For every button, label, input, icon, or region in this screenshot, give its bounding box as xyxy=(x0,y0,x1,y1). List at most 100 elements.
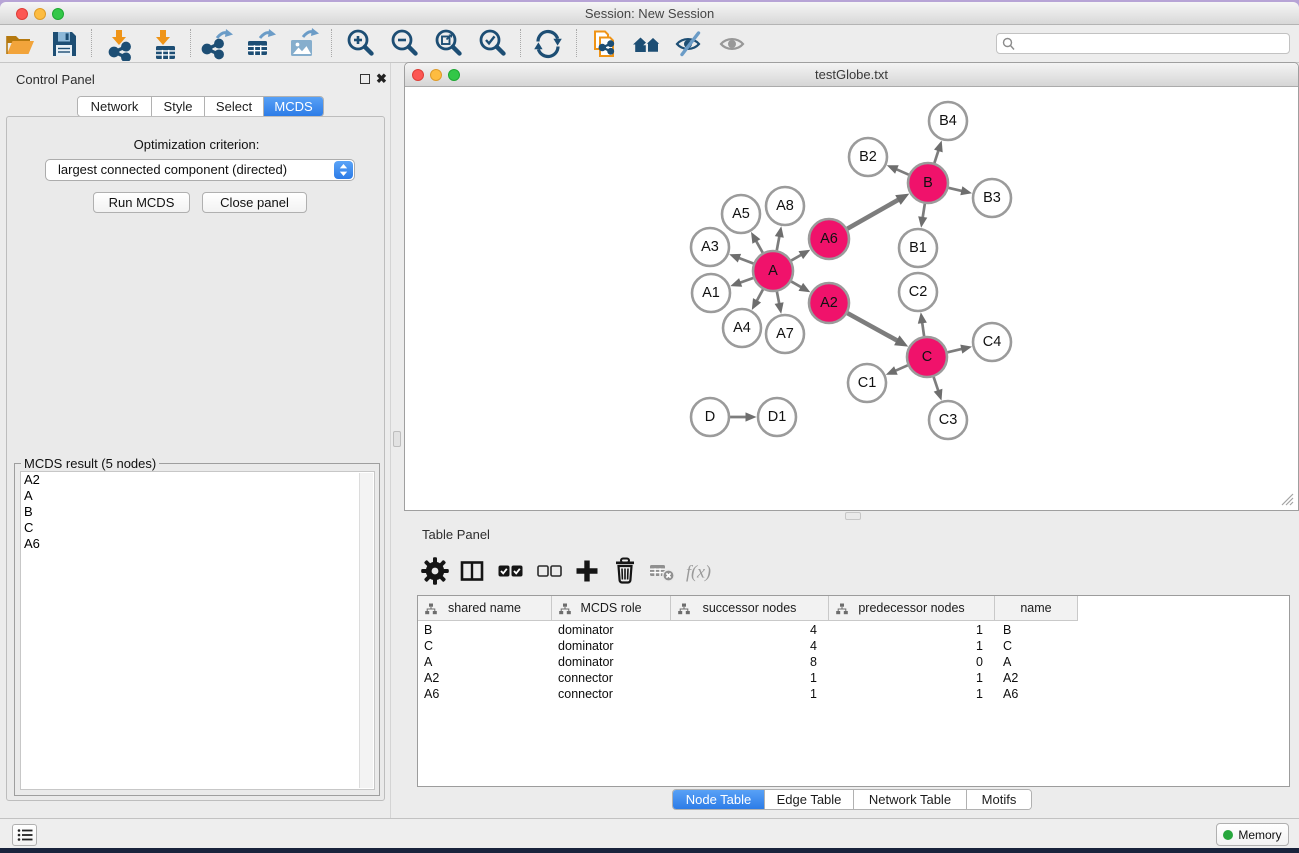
optimization-criterion-select[interactable]: largest connected component (directed) xyxy=(45,159,355,181)
zoom-out-button[interactable] xyxy=(387,27,423,61)
edge-A-A8[interactable] xyxy=(777,235,780,250)
mcds-result-list[interactable]: A2ABCA6 xyxy=(20,471,375,790)
cell-A-predecessor-nodes[interactable]: 0 xyxy=(829,654,983,670)
edge-A-A7[interactable] xyxy=(777,292,780,305)
minimize-window-button[interactable] xyxy=(34,8,46,20)
result-item[interactable]: A6 xyxy=(21,536,374,552)
cell-C-predecessor-nodes[interactable]: 1 xyxy=(829,638,983,654)
zoom-fit-button[interactable] xyxy=(431,27,467,61)
result-item[interactable]: C xyxy=(21,520,374,536)
delete-table-button[interactable] xyxy=(642,552,680,590)
column-header-predecessor-nodes[interactable]: predecessor nodes xyxy=(829,596,995,621)
result-list-scrollbar[interactable] xyxy=(359,473,373,788)
network-canvas[interactable]: AA1A2A3A4A5A6A7A8BB1B2B3B4CC1C2C3C4DD1 xyxy=(405,88,1298,510)
cell-C-successor-nodes[interactable]: 4 xyxy=(671,638,817,654)
network-window-titlebar[interactable]: testGlobe.txt xyxy=(405,63,1298,87)
tab-node-table[interactable]: Node Table xyxy=(673,790,765,809)
import-table-button[interactable] xyxy=(147,27,183,61)
control-panel-float-icon[interactable] xyxy=(360,74,370,84)
cell-A6-successor-nodes[interactable]: 1 xyxy=(671,686,817,702)
tab-motifs[interactable]: Motifs xyxy=(967,790,1031,809)
combo-stepper-icon[interactable] xyxy=(334,161,353,179)
edge-A-A3[interactable] xyxy=(738,258,754,264)
cell-A2-MCDS-role[interactable]: connector xyxy=(558,670,669,686)
open-session-button[interactable] xyxy=(2,27,38,61)
cell-A-name[interactable]: A xyxy=(1003,654,1078,670)
search-box[interactable] xyxy=(996,33,1290,54)
cell-A6-name[interactable]: A6 xyxy=(1003,686,1078,702)
search-input[interactable] xyxy=(1019,35,1284,52)
cell-C-MCDS-role[interactable]: dominator xyxy=(558,638,669,654)
cell-A-successor-nodes[interactable]: 8 xyxy=(671,654,817,670)
hide-selected-button[interactable] xyxy=(672,27,708,61)
app-titlebar[interactable]: Session: New Session xyxy=(0,2,1299,25)
horizontal-split-grip[interactable] xyxy=(845,512,861,520)
delete-columns-button[interactable] xyxy=(606,552,644,590)
network-maximize-button[interactable] xyxy=(448,69,460,81)
result-item[interactable]: A xyxy=(21,488,374,504)
edge-C-C3[interactable] xyxy=(934,377,939,392)
edge-A2-C[interactable] xyxy=(847,313,898,341)
cell-A-shared-name[interactable]: A xyxy=(424,654,550,670)
run-mcds-button[interactable]: Run MCDS xyxy=(93,192,190,213)
memory-button[interactable]: Memory xyxy=(1216,823,1289,846)
edge-A-A4[interactable] xyxy=(756,289,763,302)
function-builder-button[interactable]: f(x) xyxy=(681,552,719,590)
zoom-selected-button[interactable] xyxy=(475,27,511,61)
export-network-button[interactable] xyxy=(200,27,236,61)
column-header-successor-nodes[interactable]: successor nodes xyxy=(671,596,829,621)
import-network-button[interactable] xyxy=(103,27,139,61)
tab-network[interactable]: Network xyxy=(78,97,152,116)
close-panel-button[interactable]: Close panel xyxy=(202,192,307,213)
edge-C-C1[interactable] xyxy=(894,365,908,371)
column-header-name[interactable]: name xyxy=(995,596,1078,621)
tab-network-table[interactable]: Network Table xyxy=(854,790,967,809)
edge-B-B4[interactable] xyxy=(934,149,939,163)
edge-B-B1[interactable] xyxy=(923,204,925,219)
save-session-button[interactable] xyxy=(46,27,82,61)
export-table-button[interactable] xyxy=(242,27,278,61)
zoom-in-button[interactable] xyxy=(343,27,379,61)
edge-C-C2[interactable] xyxy=(922,321,924,336)
tab-edge-table[interactable]: Edge Table xyxy=(765,790,854,809)
cell-B-successor-nodes[interactable]: 4 xyxy=(671,622,817,638)
task-history-button[interactable] xyxy=(12,824,37,846)
table-options-button[interactable] xyxy=(416,552,454,590)
cell-A6-predecessor-nodes[interactable]: 1 xyxy=(829,686,983,702)
edge-B-B2[interactable] xyxy=(895,169,909,175)
refresh-button[interactable] xyxy=(530,27,566,61)
node-table[interactable]: shared name MCDS role successor nodes pr… xyxy=(417,595,1290,787)
maximize-window-button[interactable] xyxy=(52,8,64,20)
cell-A2-name[interactable]: A2 xyxy=(1003,670,1078,686)
result-item[interactable]: A2 xyxy=(21,472,374,488)
edge-A-A1[interactable] xyxy=(739,278,753,283)
close-window-button[interactable] xyxy=(16,8,28,20)
edge-A6-B[interactable] xyxy=(847,199,899,229)
tab-style[interactable]: Style xyxy=(152,97,205,116)
network-minimize-button[interactable] xyxy=(430,69,442,81)
column-header-MCDS-role[interactable]: MCDS role xyxy=(552,596,671,621)
edge-C-C4[interactable] xyxy=(948,349,964,353)
cell-A6-shared-name[interactable]: A6 xyxy=(424,686,550,702)
vertical-split-grip[interactable] xyxy=(393,431,401,447)
result-item[interactable]: B xyxy=(21,504,374,520)
show-column-panel-button[interactable] xyxy=(453,552,491,590)
edge-A-A5[interactable] xyxy=(755,240,762,253)
edge-B-B3[interactable] xyxy=(948,188,963,192)
select-all-rows-button[interactable] xyxy=(491,552,529,590)
first-neighbors-button[interactable] xyxy=(629,27,665,61)
cell-A6-MCDS-role[interactable]: connector xyxy=(558,686,669,702)
export-image-button[interactable] xyxy=(285,27,321,61)
cell-C-shared-name[interactable]: C xyxy=(424,638,550,654)
cell-B-shared-name[interactable]: B xyxy=(424,622,550,638)
cell-A2-shared-name[interactable]: A2 xyxy=(424,670,550,686)
cell-A2-predecessor-nodes[interactable]: 1 xyxy=(829,670,983,686)
cell-B-MCDS-role[interactable]: dominator xyxy=(558,622,669,638)
network-close-button[interactable] xyxy=(412,69,424,81)
column-header-shared-name[interactable]: shared name xyxy=(418,596,552,621)
resize-grip-icon[interactable] xyxy=(1276,488,1294,506)
show-all-button[interactable] xyxy=(716,27,752,61)
deselect-all-rows-button[interactable] xyxy=(530,552,568,590)
cell-A-MCDS-role[interactable]: dominator xyxy=(558,654,669,670)
new-network-from-selection-button[interactable] xyxy=(586,27,622,61)
